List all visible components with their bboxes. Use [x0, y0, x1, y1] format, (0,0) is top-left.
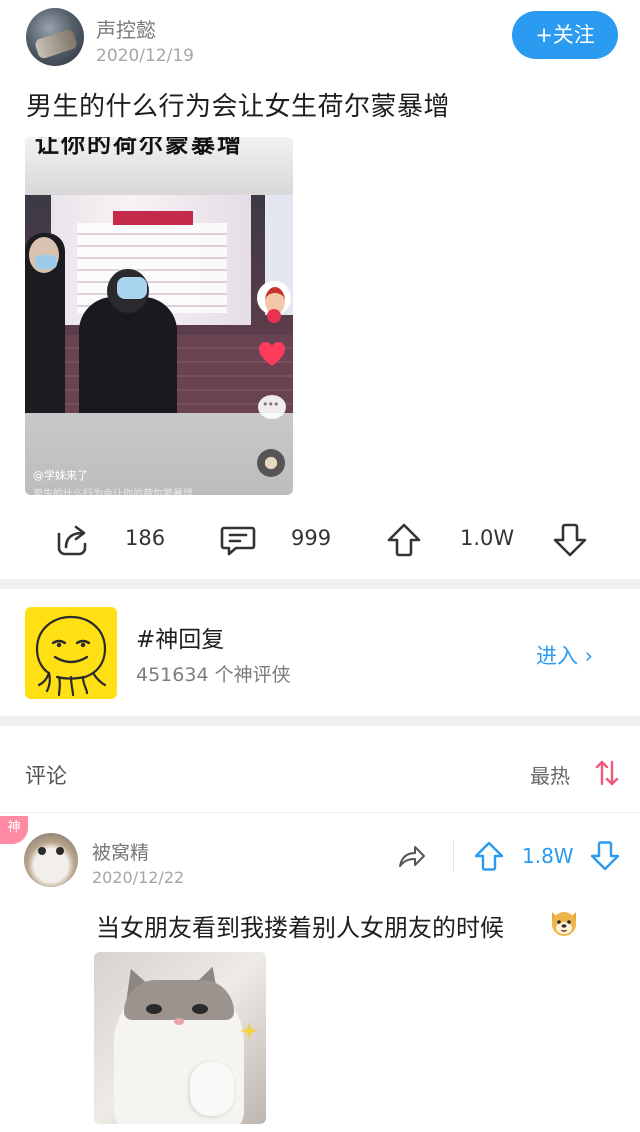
author-avatar[interactable] — [26, 8, 84, 66]
comment-bubble-icon[interactable] — [218, 520, 258, 560]
share-arrow-icon[interactable] — [52, 520, 92, 560]
cat-head-patch — [124, 980, 234, 1020]
sort-arrows-icon[interactable] — [594, 758, 620, 788]
cat-paw — [190, 1062, 234, 1116]
post-header: 声控懿 2020/12/19 +关注 — [0, 0, 640, 80]
comment-action-separator — [453, 840, 454, 872]
follow-button[interactable]: +关注 — [512, 11, 618, 59]
cat-eye-left — [146, 1004, 162, 1014]
comment-upvote-count: 1.8W — [522, 844, 574, 868]
cat-eye-right — [192, 1004, 208, 1014]
video-mask-main — [117, 277, 147, 299]
cat-nose — [174, 1018, 184, 1025]
comment-text: 当女朋友看到我搂着别人女朋友的时候 — [96, 914, 504, 942]
video-heart-icon — [259, 342, 285, 366]
topic-follower-count: 451634 个神评侠 — [136, 664, 291, 686]
comment-share-icon[interactable] — [396, 842, 426, 872]
video-mask-left — [35, 255, 57, 269]
comments-header-divider — [0, 812, 640, 813]
topic-enter-link[interactable]: 进入 › — [536, 640, 593, 670]
video-thumbnail[interactable]: 让你的荷尔蒙暴增 @学妹来了 男生的什么行为会让你的荷尔蒙暴增 — [25, 137, 293, 495]
comment-date: 2020/12/22 — [92, 868, 185, 887]
video-music-disc-icon — [257, 449, 285, 477]
post-detail-page: 声控懿 2020/12/19 +关注 男生的什么行为会让女生荷尔蒙暴增 让你的荷… — [0, 0, 640, 1132]
thumb-up-arrow-icon[interactable] — [384, 520, 424, 560]
video-comment-icon — [258, 395, 286, 419]
section-divider — [0, 716, 640, 726]
commenter-name[interactable]: 被窝精 — [92, 838, 149, 865]
smiley-mascot-icon — [35, 615, 107, 697]
sort-hot-button[interactable]: 最热 — [530, 760, 570, 789]
god-comment-badge: 神 — [0, 816, 28, 844]
comment-downvote-icon[interactable] — [590, 840, 620, 872]
upvote-count: 1.0W — [460, 526, 515, 550]
dog-face-emoji-icon — [552, 912, 576, 936]
commenter-avatar[interactable] — [24, 833, 78, 887]
video-caption: @学妹来了 — [33, 469, 88, 482]
share-count: 186 — [125, 526, 166, 550]
thumb-down-arrow-icon[interactable] — [550, 520, 590, 560]
sparkle-icon — [240, 1022, 258, 1040]
post-action-bar: 186 999 1.0W — [0, 512, 640, 568]
comment-upvote-icon[interactable] — [474, 840, 504, 872]
video-banner-text: 让你的荷尔蒙暴增 — [35, 137, 243, 157]
video-follow-plus-icon — [267, 309, 281, 323]
post-date: 2020/12/19 — [96, 46, 194, 66]
topic-icon[interactable] — [25, 607, 117, 699]
comment-count: 999 — [291, 526, 332, 550]
topic-name[interactable]: #神回复 — [136, 620, 224, 654]
video-caption-line2: 男生的什么行为会让你的荷尔蒙暴增 — [33, 489, 193, 495]
comment-image-cat[interactable] — [94, 952, 266, 1124]
video-person-main — [79, 297, 177, 413]
comments-label: 评论 — [25, 764, 67, 788]
video-store-sign — [113, 211, 193, 225]
post-title: 男生的什么行为会让女生荷尔蒙暴增 — [26, 92, 451, 122]
section-divider — [0, 579, 640, 589]
author-name[interactable]: 声控懿 — [96, 14, 156, 43]
